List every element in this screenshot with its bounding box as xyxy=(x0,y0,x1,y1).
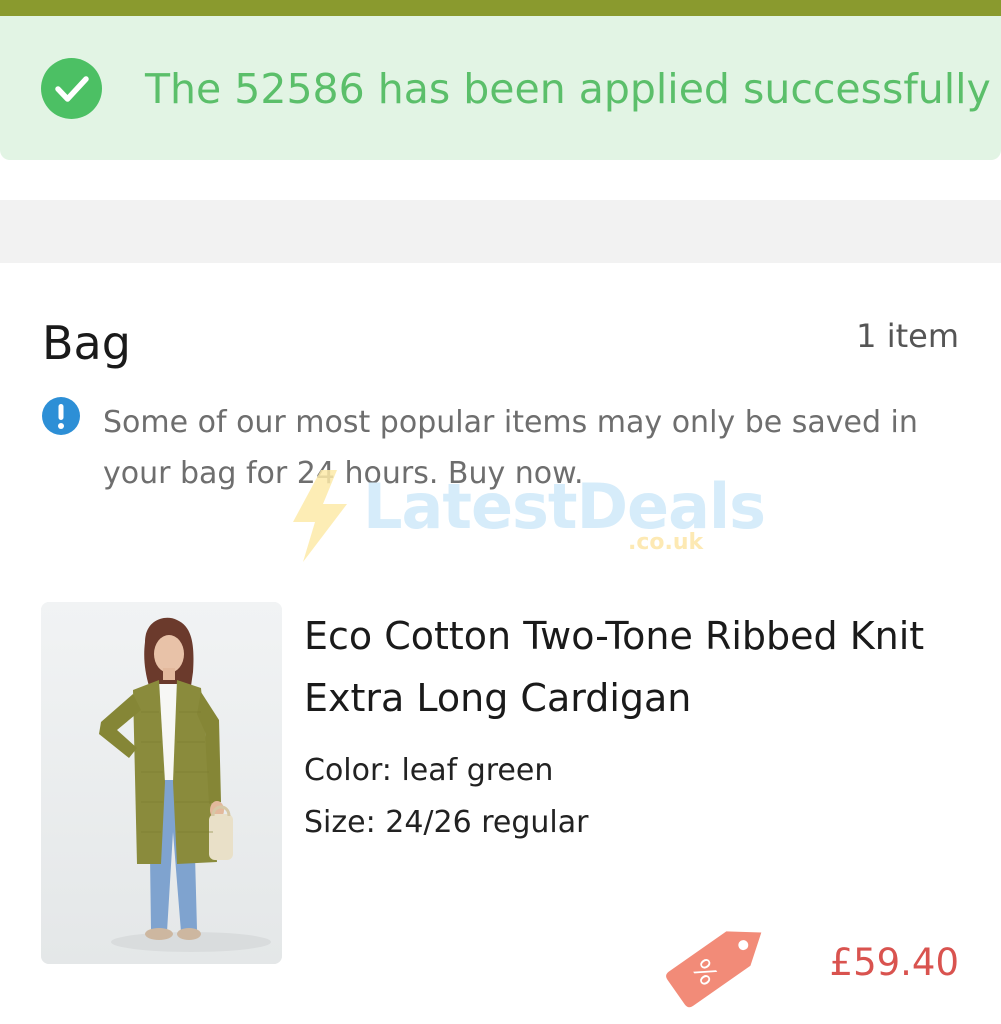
info-icon xyxy=(42,397,80,435)
product-size: Size: 24/26 regular xyxy=(304,805,589,840)
product-image[interactable] xyxy=(41,602,282,964)
watermark-domain: .co.uk xyxy=(628,530,704,555)
promo-success-banner: The 52586 has been applied successfully xyxy=(0,16,1001,160)
promo-success-message: The 52586 has been applied successfully xyxy=(145,65,991,113)
bag-page: The 52586 has been applied successfully … xyxy=(0,0,1001,1024)
bag-expiry-notice: Some of our most popular items may only … xyxy=(103,405,918,491)
product-title[interactable]: Eco Cotton Two-Tone Ribbed Knit Extra Lo… xyxy=(304,605,984,729)
bag-heading: Bag xyxy=(42,316,131,370)
header-accent-bar xyxy=(0,0,1001,16)
bag-item-count: 1 item xyxy=(856,317,959,355)
product-color: Color: leaf green xyxy=(304,753,554,788)
section-divider xyxy=(0,200,1001,263)
percent-tag-icon: % xyxy=(662,905,782,1015)
check-circle-icon xyxy=(41,58,102,119)
product-price: £59.40 xyxy=(829,941,959,984)
